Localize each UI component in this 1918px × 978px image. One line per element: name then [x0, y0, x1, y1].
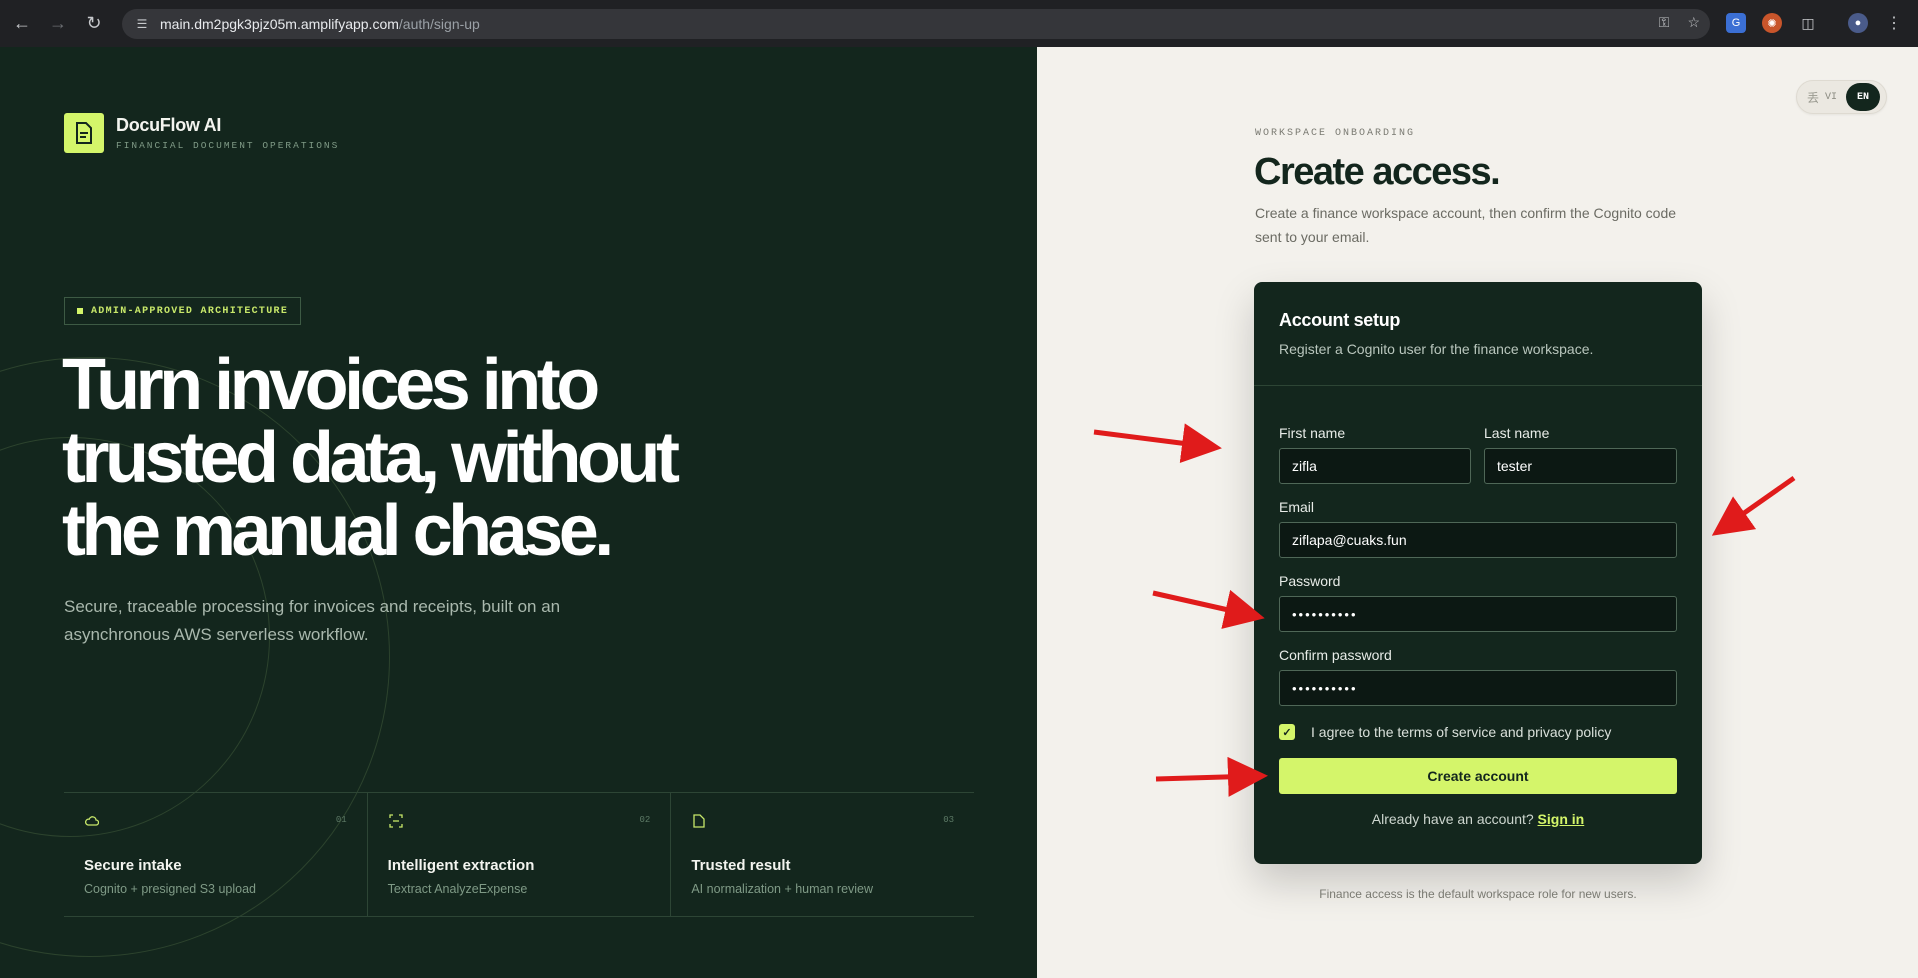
page-eyebrow: WORKSPACE ONBOARDING: [1255, 128, 1416, 139]
signin-prompt: Already have an account?: [1371, 811, 1534, 827]
url-path: /auth/sign-up: [398, 16, 480, 32]
create-account-button[interactable]: Create account: [1279, 758, 1677, 794]
first-name-field[interactable]: zifla: [1279, 448, 1471, 484]
translate-icon: 丢: [1807, 90, 1820, 105]
signup-form-card: Account setup Register a Cognito user fo…: [1254, 282, 1702, 864]
brand-name: DocuFlow AI: [116, 115, 222, 135]
feature-description: AI normalization + human review: [691, 882, 874, 896]
email-field[interactable]: ziflapa@cuaks.fun: [1279, 522, 1677, 558]
first-name-label: First name: [1279, 425, 1346, 441]
document-icon: [691, 813, 707, 829]
language-switcher[interactable]: 丢 VI EN: [1796, 80, 1887, 114]
feature-title: Trusted result: [691, 857, 791, 874]
page-title: Create access.: [1254, 151, 1501, 193]
extensions-puzzle-icon[interactable]: ◫: [1798, 13, 1818, 33]
cloud-icon: [84, 813, 100, 829]
translate-extension-icon[interactable]: G: [1726, 13, 1746, 33]
last-name-label: Last name: [1484, 425, 1550, 441]
site-info-icon[interactable]: ☰: [134, 16, 150, 32]
scan-icon: [388, 813, 404, 829]
password-key-icon[interactable]: ⚿: [1659, 14, 1670, 31]
feature-card: 01 Secure intake Cognito + presigned S3 …: [64, 793, 368, 916]
footer-note: Finance access is the default workspace …: [1319, 887, 1637, 901]
brand-tagline: FINANCIAL DOCUMENT OPERATIONS: [116, 140, 340, 151]
badge-square-icon: [77, 308, 83, 314]
signin-prompt-row: Already have an account? Sign in: [1254, 811, 1702, 827]
feature-title: Intelligent extraction: [387, 857, 535, 874]
hero-subtext: Secure, traceable processing for invoice…: [64, 597, 561, 644]
back-icon[interactable]: ←: [8, 9, 36, 37]
feature-number: 01: [335, 815, 347, 825]
card-subtitle: Register a Cognito user for the finance …: [1279, 341, 1594, 357]
badge-label: ADMIN-APPROVED ARCHITECTURE: [91, 305, 289, 317]
extension-icon[interactable]: ✺: [1762, 13, 1782, 33]
forward-icon[interactable]: →: [44, 9, 72, 37]
feature-strip: 01 Secure intake Cognito + presigned S3 …: [64, 792, 974, 917]
logo-document-icon: [64, 113, 104, 153]
terms-label[interactable]: I agree to the terms of service and priv…: [1311, 724, 1611, 740]
last-name-field[interactable]: tester: [1484, 448, 1677, 484]
password-label: Password: [1279, 573, 1341, 589]
signin-link[interactable]: Sign in: [1538, 811, 1585, 827]
feature-card: 02 Intelligent extraction Textract Analy…: [368, 793, 672, 916]
browser-toolbar: ← → ↻ ☰ main.dm2pgk3pjz05m.amplifyapp.co…: [0, 0, 1918, 47]
hero-headline: Turn invoices into trusted data, without…: [62, 345, 680, 571]
feature-title: Secure intake: [84, 857, 182, 874]
confirm-password-field[interactable]: ••••••••••: [1279, 670, 1677, 706]
hero-panel: DocuFlow AI FINANCIAL DOCUMENT OPERATION…: [0, 47, 1037, 978]
feature-description: Cognito + presigned S3 upload: [84, 882, 257, 896]
lang-vi-option[interactable]: VI: [1825, 92, 1837, 103]
terms-checkbox[interactable]: ✓: [1279, 724, 1295, 740]
card-title: Account setup: [1279, 310, 1401, 330]
feature-description: Textract AnalyzeExpense: [387, 882, 528, 896]
confirm-password-label: Confirm password: [1279, 647, 1392, 663]
profile-avatar[interactable]: ●: [1848, 13, 1868, 33]
page-subtitle: Create a finance workspace account, then…: [1255, 205, 1677, 245]
reload-icon[interactable]: ↻: [80, 9, 108, 37]
signup-panel: 丢 VI EN WORKSPACE ONBOARDING Create acce…: [1037, 47, 1918, 978]
card-header: Account setup Register a Cognito user fo…: [1254, 282, 1702, 386]
feature-number: 03: [943, 815, 955, 825]
feature-card: 03 Trusted result AI normalization + hum…: [671, 793, 974, 916]
bookmark-star-icon[interactable]: ☆: [1687, 14, 1700, 31]
feature-number: 02: [639, 815, 651, 825]
architecture-badge: ADMIN-APPROVED ARCHITECTURE: [64, 297, 302, 325]
email-label: Email: [1279, 499, 1315, 515]
password-field[interactable]: ••••••••••: [1279, 596, 1677, 632]
lang-en-option[interactable]: EN: [1846, 83, 1881, 111]
address-bar[interactable]: ☰ main.dm2pgk3pjz05m.amplifyapp.com/auth…: [122, 9, 1710, 39]
menu-kebab-icon[interactable]: ⋮: [1884, 13, 1904, 33]
url-host: main.dm2pgk3pjz05m.amplifyapp.com: [160, 16, 399, 32]
